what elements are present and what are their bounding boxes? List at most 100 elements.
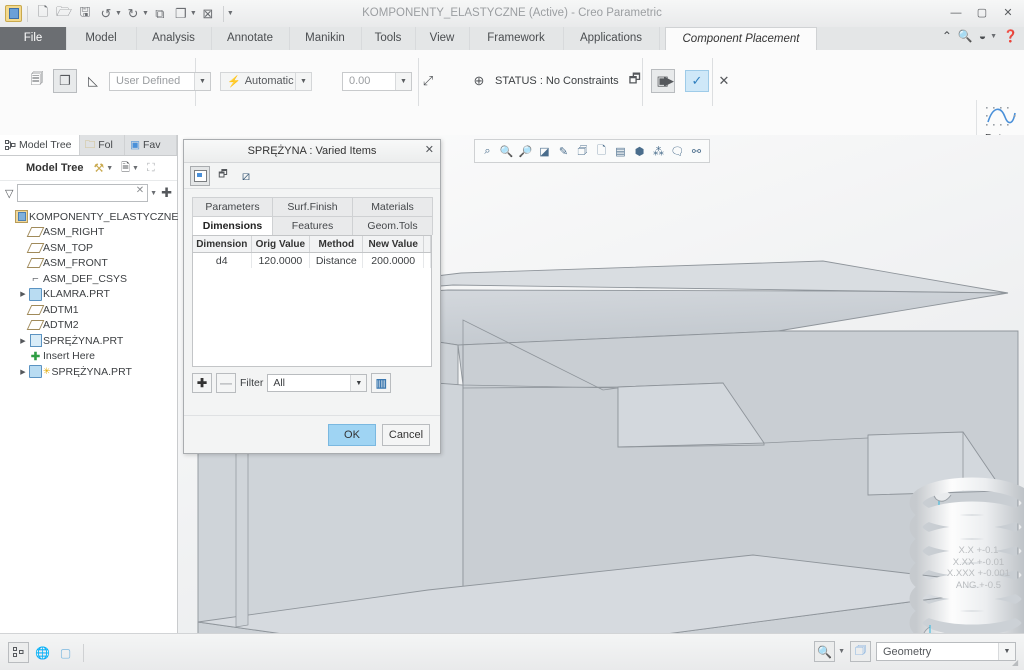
select-components-icon[interactable]: 🗗: [213, 166, 233, 186]
chevron-down-icon[interactable]: ▼: [295, 72, 311, 90]
cancel-button[interactable]: Cancel: [382, 423, 430, 446]
dialog-tabs-row-2[interactable]: Dimensions Features Geom.Tols: [192, 216, 433, 235]
status-bar-left[interactable]: 🌐 ▢: [8, 642, 84, 663]
ribbon-tab-bar[interactable]: File Model Analysis Annotate Manikin Too…: [0, 27, 1024, 51]
column-header-extra[interactable]: [423, 236, 431, 253]
tree-item-klamra[interactable]: ▶ KLAMRA.PRT: [4, 287, 177, 303]
help-icon[interactable]: ❓: [1003, 29, 1018, 43]
selection-filter-select[interactable]: Geometry ▼: [876, 642, 1016, 661]
tab-model[interactable]: Model: [66, 27, 137, 50]
tree-item-asm-front[interactable]: ASM_FRONT: [4, 256, 177, 272]
tab-file[interactable]: File: [0, 27, 67, 50]
saved-views-icon[interactable]: 🗋: [593, 143, 610, 160]
display-icon[interactable]: 🗎: [121, 159, 130, 178]
account-dropdown-icon[interactable]: ▼: [990, 33, 997, 40]
minimize-icon[interactable]: —: [944, 3, 968, 22]
ok-button[interactable]: OK: [328, 423, 376, 446]
tab-annotate[interactable]: Annotate: [211, 27, 290, 50]
remove-row-button[interactable]: —: [216, 373, 236, 393]
expander[interactable]: ▶: [18, 290, 28, 298]
layers-icon[interactable]: ⁂: [650, 143, 667, 160]
interface-placement-icon[interactable]: ◺: [82, 70, 104, 92]
undo-icon[interactable]: ↺: [96, 4, 116, 24]
tab-tools[interactable]: Tools: [361, 27, 416, 50]
model-tree-tabs[interactable]: Model Tree 🗀 Fol ▣ Fav: [0, 135, 177, 156]
cell-extra[interactable]: [423, 252, 431, 268]
spin-center-icon[interactable]: ✎: [555, 143, 572, 160]
redo-icon[interactable]: ↻: [123, 4, 143, 24]
tab-folders[interactable]: 🗀 Fol: [79, 135, 126, 155]
settings-dropdown-icon[interactable]: ▼: [106, 165, 113, 172]
tab-features[interactable]: Features: [272, 216, 353, 235]
placement-type-combo[interactable]: User Defined ▼: [109, 71, 211, 91]
close-icon[interactable]: ✕: [425, 143, 434, 156]
expander[interactable]: ▶: [18, 337, 28, 345]
tab-dimensions[interactable]: Dimensions: [192, 216, 273, 235]
refit-icon[interactable]: ⌕: [479, 143, 496, 160]
dialog-toolbar[interactable]: 🗗 ⧄: [184, 163, 440, 189]
datum-display-icon[interactable]: ⚯: [688, 143, 705, 160]
cell-new-value[interactable]: 200.0000: [362, 252, 424, 268]
view-manager-icon[interactable]: ▤: [612, 143, 629, 160]
tab-geom-tols[interactable]: Geom.Tols: [352, 216, 433, 235]
tree-item-sprezyna-new[interactable]: ▶ ✳ SPRĘŻYNA.PRT: [4, 364, 177, 380]
display-dropdown-icon[interactable]: ▼: [132, 165, 139, 172]
constraint-type-combo[interactable]: ⚡ Automatic ▼: [220, 71, 312, 91]
close-icon[interactable]: ✕: [996, 3, 1020, 22]
search-input[interactable]: ✕: [17, 184, 149, 202]
add-row-button[interactable]: ✚: [192, 373, 212, 393]
tree-item-adtm2[interactable]: ADTM2: [4, 318, 177, 334]
chevron-down-icon[interactable]: ▼: [395, 72, 411, 90]
column-header-new-value[interactable]: New Value: [362, 236, 424, 253]
tab-manikin[interactable]: Manikin: [289, 27, 362, 50]
settings-tools-icon[interactable]: ⚒: [93, 161, 104, 175]
flip-constraint-icon[interactable]: ⤢: [417, 70, 439, 92]
chevron-down-icon[interactable]: ▼: [194, 72, 210, 90]
dialog-tabs[interactable]: Parameters Surf.Finish Materials Dimensi…: [192, 197, 433, 235]
column-header-dimension[interactable]: Dimension: [193, 236, 252, 253]
maximize-icon[interactable]: ▢: [970, 3, 994, 22]
status-bar-right[interactable]: 🔍 ▼ 🗇 Geometry ▼: [814, 641, 1016, 662]
user-defined-set-icon[interactable]: 🗐: [26, 70, 48, 92]
column-header-method[interactable]: Method: [309, 236, 364, 253]
redo-dropdown-icon[interactable]: ▼: [142, 10, 149, 17]
tab-view[interactable]: View: [415, 27, 470, 50]
window-controls[interactable]: — ▢ ✕: [944, 3, 1020, 22]
cell-method[interactable]: Distance: [309, 252, 364, 268]
clear-selection-icon[interactable]: ⧄: [236, 166, 256, 186]
column-settings-icon[interactable]: ▥: [371, 373, 392, 393]
annotation-display-icon[interactable]: 🗨: [669, 143, 686, 160]
open-icon[interactable]: 🗁: [54, 4, 74, 24]
select-items-icon[interactable]: [190, 165, 210, 186]
tab-parameters[interactable]: Parameters: [192, 197, 273, 216]
accept-button[interactable]: ✓: [685, 70, 709, 92]
chevron-down-icon[interactable]: ▼: [350, 375, 367, 391]
ribbon-tab-tools[interactable]: ⌃ 🔍 ◒ ▼ ❓: [942, 29, 1018, 43]
search-dropdown-icon[interactable]: ▼: [150, 190, 157, 197]
tab-materials[interactable]: Materials: [352, 197, 433, 216]
offset-value-input[interactable]: 0.00 ▼: [342, 71, 412, 91]
app-icon[interactable]: [5, 5, 22, 22]
customize-icon[interactable]: ▼: [227, 10, 234, 17]
expander[interactable]: ▶: [18, 368, 28, 376]
resize-grip[interactable]: ◢: [1012, 658, 1022, 668]
tree-item-adtm1[interactable]: ADTM1: [4, 302, 177, 318]
filter-icon[interactable]: ▽: [5, 187, 13, 200]
placement-constraint-icon[interactable]: ❐: [53, 69, 77, 93]
datum-curve-icon[interactable]: [984, 104, 1018, 130]
tree-item-asm-right[interactable]: ASM_RIGHT: [4, 225, 177, 241]
cell-dimension[interactable]: d4: [193, 252, 252, 268]
close-window-icon[interactable]: ⊠: [198, 4, 218, 24]
cell-orig-value[interactable]: 120.0000: [251, 252, 311, 268]
tab-framework[interactable]: Framework: [469, 27, 564, 50]
zoom-in-icon[interactable]: 🔍: [498, 143, 515, 160]
quick-access-toolbar[interactable]: 🗋 🗁 🖫 ↺ ▼ ↻ ▼ ⧉ ❐ ▼ ⊠ ▼: [5, 2, 234, 25]
column-header-orig-value[interactable]: Orig Value: [251, 236, 311, 253]
zoom-out-icon[interactable]: 🔎: [517, 143, 534, 160]
undo-dropdown-icon[interactable]: ▼: [115, 10, 122, 17]
clear-icon[interactable]: ✕: [136, 185, 144, 196]
search-dropdown-icon[interactable]: ▼: [838, 648, 845, 655]
tree-item-sprezyna-flex[interactable]: ▶ SPRĘŻYNA.PRT: [4, 333, 177, 349]
annotation-icon[interactable]: 🗇: [850, 641, 871, 662]
search-icon[interactable]: 🔍: [814, 641, 836, 662]
